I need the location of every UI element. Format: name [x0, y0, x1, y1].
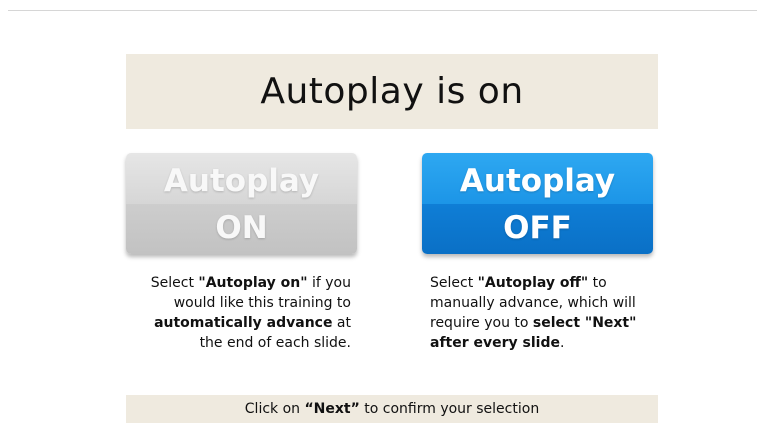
- autoplay-off-label: Autoplay: [459, 163, 616, 199]
- autoplay-off-button[interactable]: Autoplay OFF: [422, 153, 653, 254]
- autoplay-on-state: ON: [215, 210, 268, 246]
- footer-text: to confirm your selection: [359, 401, 540, 417]
- title-banner: Autoplay is on: [126, 54, 658, 129]
- desc-emphasis: "Autoplay off": [477, 275, 589, 291]
- footer-instruction: Click on “Next” to confirm your selectio…: [126, 395, 658, 423]
- autoplay-off-description: Select "Autoplay off" to manually advanc…: [430, 273, 654, 353]
- autoplay-on-button[interactable]: Autoplay ON: [126, 153, 357, 254]
- top-divider: [8, 10, 757, 11]
- footer-emphasis: “Next”: [304, 401, 360, 417]
- desc-text: Select: [150, 275, 199, 291]
- page-title: Autoplay is on: [260, 71, 524, 112]
- autoplay-on-description: Select "Autoplay on" if you would like t…: [138, 273, 351, 353]
- autoplay-off-state: OFF: [503, 210, 572, 246]
- desc-text: .: [559, 335, 565, 351]
- footer-text: Click on: [244, 401, 305, 417]
- autoplay-on-label: Autoplay: [163, 163, 320, 199]
- desc-emphasis: automatically advance: [154, 315, 333, 331]
- desc-emphasis: "Autoplay on": [198, 275, 308, 291]
- desc-text: Select: [430, 275, 478, 291]
